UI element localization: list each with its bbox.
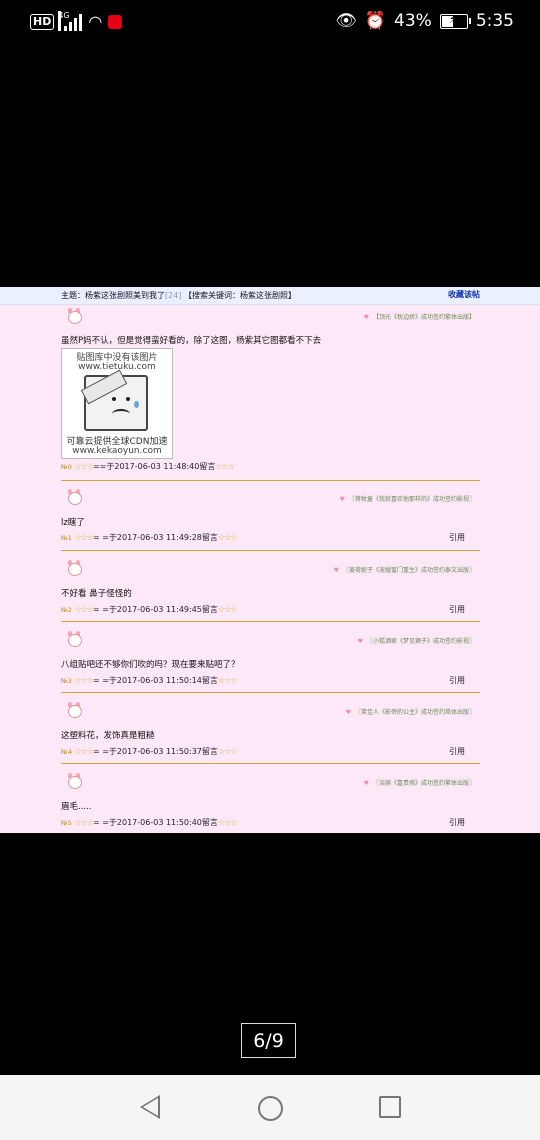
post-text: 眉毛..... [61,802,92,812]
stars-decoration: ☆☆☆ [217,818,237,827]
floor-number: №1 [61,534,72,542]
post-meta: №3 ☆☆☆= =于2017-06-03 11:50:14留言☆☆☆ [61,675,237,686]
avatar [65,308,83,326]
floor-number: №2 [61,606,72,614]
heart-icon: ♥ [339,496,345,503]
post-meta: №2 ☆☆☆= =于2017-06-03 11:49:45留言☆☆☆ [61,604,237,615]
post-timestamp: = =于2017-06-03 11:50:37留言 [92,747,218,756]
stars-decoration: ☆☆☆ [74,462,93,471]
favorite-link[interactable]: 收藏该帖 [448,289,480,300]
post-timestamp: ==于2017-06-03 11:48:40留言 [92,462,216,471]
floor-number: №0 [61,463,72,471]
avatar [65,773,83,791]
signature-text: 〖蒋牧童《我就喜欢他那样的》成功签约影视〗 [348,496,475,503]
avatar [65,631,83,649]
stars-decoration: ☆☆☆ [74,605,93,614]
signature-text: 〖笑佳人《影帝的公主》成功签约简体出版〗 [354,709,475,716]
signature-text: 【顶光《枕边娇》成功签约繁体出版】 [372,314,475,321]
post-timestamp: = =于2017-06-03 11:49:28留言 [92,533,218,542]
floor-number: №5 [61,819,72,827]
quote-link[interactable]: 引用 [449,532,465,543]
reply-count: [24] [165,291,182,300]
quote-link[interactable]: 引用 [449,746,465,757]
stars-decoration: ☆☆☆ [217,747,237,756]
post-divider [61,692,480,693]
alarm-icon: ⏰ [364,11,387,31]
post-meta: №4 ☆☆☆= =于2017-06-03 11:50:37留言☆☆☆ [61,746,237,757]
navigation-bar [0,1075,540,1140]
post-timestamp: = =于2017-06-03 11:50:14留言 [92,676,218,685]
recent-apps-icon[interactable] [379,1096,401,1118]
post-meta: №1 ☆☆☆= =于2017-06-03 11:49:28留言☆☆☆ [61,532,237,543]
post-text: 不好看 鼻子怪怪的 [61,589,132,599]
avatar [65,560,83,578]
post-signature: ♥ 〖蒋牧童《我就喜欢他那样的》成功签约影视〗 [340,494,475,503]
post-signature: ♥ 【顶光《枕边娇》成功签约繁体出版】 [364,312,475,321]
stars-decoration: ☆☆☆ [217,533,237,542]
clock-time: 5:35 [475,11,514,31]
topic-title: 主题：杨紫这张剧照美到我了[24] 【搜索关键词：杨紫这张剧照】 [61,290,296,301]
network-type-label: 4G [58,10,70,31]
wifi-icon: ◠ [88,12,103,31]
cellular-signal-icon: 4G [58,10,83,31]
heart-icon: ♥ [333,567,339,574]
post-text: 八组贴吧还不够你们吹的吗？现在要来贴吧了？ [61,660,240,670]
signature-text: 〖治崩《富贵病》成功签约繁体出版〗 [372,780,475,787]
post-divider [61,621,480,622]
back-icon-inner [143,1098,158,1116]
page-indicator: 6/9 [241,1023,296,1058]
sad-face-icon [80,369,148,431]
signature-text: 〖姜荷妮子《宠婚蜜门重生》成功签约泰文出版〗 [342,567,475,574]
heart-icon: ♥ [357,638,363,645]
quote-link[interactable]: 引用 [449,817,465,828]
post-divider [61,763,480,764]
post-timestamp: = =于2017-06-03 11:49:45留言 [92,605,218,614]
signature-text: 〖小狐酒家《梦见狮子》成功签约影视〗 [366,638,475,645]
post-signature: ♥ 〖小狐酒家《梦见狮子》成功签约影视〗 [358,636,475,645]
post-text: 虽然P妈不认，但是觉得蛮好看的，除了这图，杨紫其它图都看不下去 [61,336,322,346]
stars-decoration: ☆☆☆ [217,605,237,614]
heart-icon: ♥ [363,314,369,321]
post-text: lz瞎了 [61,518,85,528]
floor-number: №3 [61,677,72,685]
battery-percent: 43% [394,11,432,31]
avatar [65,702,83,720]
quote-link[interactable]: 引用 [449,675,465,686]
forum-screenshot[interactable]: 主题：杨紫这张剧照美到我了[24] 【搜索关键词：杨紫这张剧照】 收藏该帖 ♥ 【… [0,287,540,833]
eye-comfort-icon: 👁 [335,11,357,31]
stars-decoration: ☆☆☆ [74,818,93,827]
placeholder-cdn-url: www.kekaoyun.com [72,446,162,456]
stars-decoration: ☆☆☆ [215,462,234,471]
charging-bolt-icon: ⚡ [448,12,457,26]
post-meta: №0 ☆☆☆==于2017-06-03 11:48:40留言☆☆☆ [61,461,235,472]
missing-image-placeholder: 贴图库中没有该图片 www.tietuku.com 可靠云提供全球CDN加速 w… [61,348,173,459]
post-signature: ♥ 〖姜荷妮子《宠婚蜜门重生》成功签约泰文出版〗 [334,565,475,574]
stars-decoration: ☆☆☆ [217,676,237,685]
heart-icon: ♥ [345,709,351,716]
topic-label: 主题：杨紫这张剧照美到我了 [61,291,165,300]
battery-icon: ⚡ [439,12,471,29]
stars-decoration: ☆☆☆ [74,676,93,685]
post-text: 这塑料花，发饰真是粗糙 [61,731,155,741]
heart-icon: ♥ [363,780,369,787]
quote-link[interactable]: 引用 [449,604,465,615]
floor-number: №4 [61,748,72,756]
post-timestamp: = =于2017-06-03 11:50:40留言 [92,818,218,827]
stars-decoration: ☆☆☆ [74,533,93,542]
post-signature: ♥ 〖治崩《富贵病》成功签约繁体出版〗 [364,778,475,787]
post-divider [61,550,480,551]
search-keyword: 【搜索关键词：杨紫这张剧照】 [183,291,296,300]
post-signature: ♥ 〖笑佳人《影帝的公主》成功签约简体出版〗 [346,707,475,716]
huawei-app-icon [108,14,123,29]
post-meta: №5 ☆☆☆= =于2017-06-03 11:50:40留言☆☆☆ [61,817,237,828]
home-icon[interactable] [258,1096,283,1121]
status-bar: HD 4G ◠ 👁 ⏰ 43% ⚡ 5:35 [0,0,540,44]
topic-bar: 主题：杨紫这张剧照美到我了[24] 【搜索关键词：杨紫这张剧照】 收藏该帖 [0,287,540,305]
avatar [65,489,83,507]
stars-decoration: ☆☆☆ [74,747,93,756]
post-divider [61,480,480,481]
hd-voice-icon: HD [30,13,55,30]
